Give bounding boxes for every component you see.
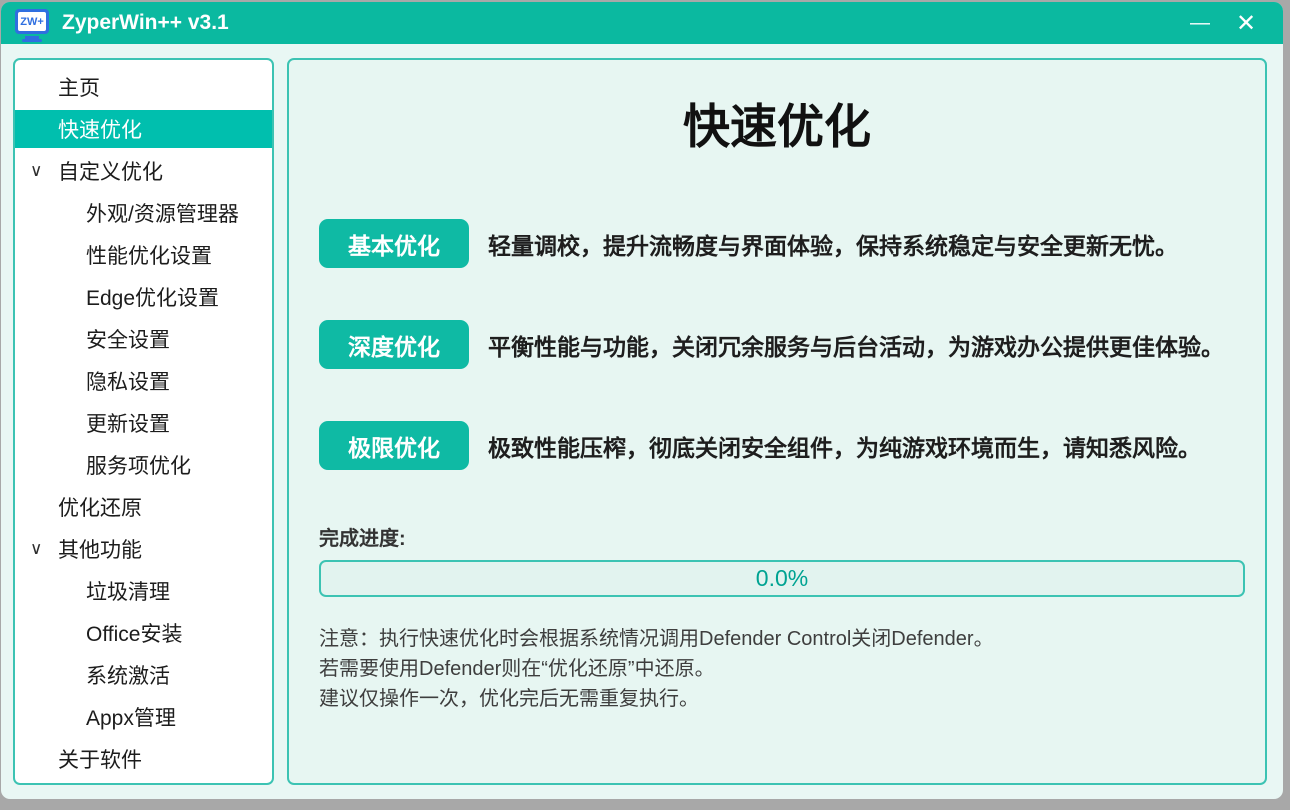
progress-label: 完成进度:	[319, 522, 1235, 551]
sidebar-item-label: Appx管理	[86, 702, 176, 732]
sidebar: 主页 快速优化 ∨ 自定义优化 外观/资源管理器 性能优化设置 Edge优化设置…	[13, 58, 274, 785]
sidebar-item-label: 隐私设置	[86, 366, 170, 396]
note-line: 若需要使用Defender则在“优化还原”中还原。	[319, 654, 1235, 684]
app-logo-icon: ZW+	[15, 9, 49, 34]
sidebar-item-edge-settings[interactable]: Edge优化设置	[15, 276, 272, 318]
basic-optimize-button[interactable]: 基本优化	[319, 219, 469, 268]
progress-value: 0.0%	[756, 565, 808, 592]
window-title: ZyperWin++ v3.1	[62, 11, 1177, 35]
deep-optimize-desc: 平衡性能与功能，关闭冗余服务与后台活动，为游戏办公提供更佳体验。	[488, 328, 1224, 362]
minimize-button[interactable]: —	[1177, 2, 1223, 44]
app-logo-stand	[25, 36, 39, 40]
sidebar-item-label: 主页	[58, 72, 100, 102]
progress-bar: 0.0%	[319, 560, 1245, 597]
sidebar-item-performance-settings[interactable]: 性能优化设置	[15, 234, 272, 276]
sidebar-item-security-settings[interactable]: 安全设置	[15, 318, 272, 360]
sidebar-item-label: 安全设置	[86, 324, 170, 354]
action-row-deep: 深度优化 平衡性能与功能，关闭冗余服务与后台活动，为游戏办公提供更佳体验。	[319, 320, 1235, 369]
sidebar-item-appx-manage[interactable]: Appx管理	[15, 696, 272, 738]
sidebar-item-label: Edge优化设置	[86, 282, 219, 312]
action-list: 基本优化 轻量调校，提升流畅度与界面体验，保持系统稳定与安全更新无忧。 深度优化…	[319, 219, 1235, 470]
sidebar-item-label: 性能优化设置	[86, 240, 212, 270]
basic-optimize-desc: 轻量调校，提升流畅度与界面体验，保持系统稳定与安全更新无忧。	[488, 227, 1178, 261]
sidebar-item-label: 其他功能	[58, 534, 142, 564]
sidebar-item-update-settings[interactable]: 更新设置	[15, 402, 272, 444]
sidebar-item-system-activation[interactable]: 系统激活	[15, 654, 272, 696]
page-title: 快速优化	[289, 88, 1265, 157]
sidebar-item-label: 优化还原	[58, 492, 142, 522]
sidebar-item-label: 垃圾清理	[86, 576, 170, 606]
sidebar-item-label: 服务项优化	[86, 450, 191, 480]
titlebar[interactable]: ZW+ ZyperWin++ v3.1 — ✕	[1, 2, 1283, 44]
sidebar-item-other-features[interactable]: ∨ 其他功能	[15, 528, 272, 570]
sidebar-item-restore-optimize[interactable]: 优化还原	[15, 486, 272, 528]
sidebar-item-quick-optimize[interactable]: 快速优化	[15, 110, 272, 148]
sidebar-item-label: 系统激活	[86, 660, 170, 690]
sidebar-item-custom-optimize[interactable]: ∨ 自定义优化	[15, 150, 272, 192]
app-window: ZW+ ZyperWin++ v3.1 — ✕ 主页 快速优化 ∨ 自定义优化 …	[1, 2, 1283, 799]
action-row-basic: 基本优化 轻量调校，提升流畅度与界面体验，保持系统稳定与安全更新无忧。	[319, 219, 1235, 268]
sidebar-item-about[interactable]: 关于软件	[15, 738, 272, 780]
extreme-optimize-button[interactable]: 极限优化	[319, 421, 469, 470]
sidebar-item-home[interactable]: 主页	[15, 66, 272, 108]
extreme-optimize-desc: 极致性能压榨，彻底关闭安全组件，为纯游戏环境而生，请知悉风险。	[488, 429, 1201, 463]
close-button[interactable]: ✕	[1223, 2, 1269, 44]
sidebar-item-junk-clean[interactable]: 垃圾清理	[15, 570, 272, 612]
sidebar-item-privacy-settings[interactable]: 隐私设置	[15, 360, 272, 402]
note-line: 建议仅操作一次，优化完后无需重复执行。	[319, 684, 1235, 714]
action-row-extreme: 极限优化 极致性能压榨，彻底关闭安全组件，为纯游戏环境而生，请知悉风险。	[319, 421, 1235, 470]
deep-optimize-button[interactable]: 深度优化	[319, 320, 469, 369]
sidebar-item-label: 快速优化	[58, 114, 142, 144]
chevron-down-icon: ∨	[30, 161, 58, 181]
sidebar-item-label: 关于软件	[58, 744, 142, 774]
sidebar-item-label: 更新设置	[86, 408, 170, 438]
chevron-down-icon: ∨	[30, 539, 58, 559]
sidebar-item-office-install[interactable]: Office安装	[15, 612, 272, 654]
sidebar-item-label: 外观/资源管理器	[86, 198, 239, 228]
app-logo-text: ZW+	[18, 12, 46, 31]
main-panel: 快速优化 基本优化 轻量调校，提升流畅度与界面体验，保持系统稳定与安全更新无忧。…	[287, 58, 1267, 785]
notes-block: 注意：执行快速优化时会根据系统情况调用Defender Control关闭Def…	[319, 624, 1235, 714]
note-line: 注意：执行快速优化时会根据系统情况调用Defender Control关闭Def…	[319, 624, 1235, 654]
sidebar-item-appearance-explorer[interactable]: 外观/资源管理器	[15, 192, 272, 234]
sidebar-item-services-optimize[interactable]: 服务项优化	[15, 444, 272, 486]
sidebar-item-label: 自定义优化	[58, 156, 163, 186]
sidebar-item-label: Office安装	[86, 618, 182, 648]
